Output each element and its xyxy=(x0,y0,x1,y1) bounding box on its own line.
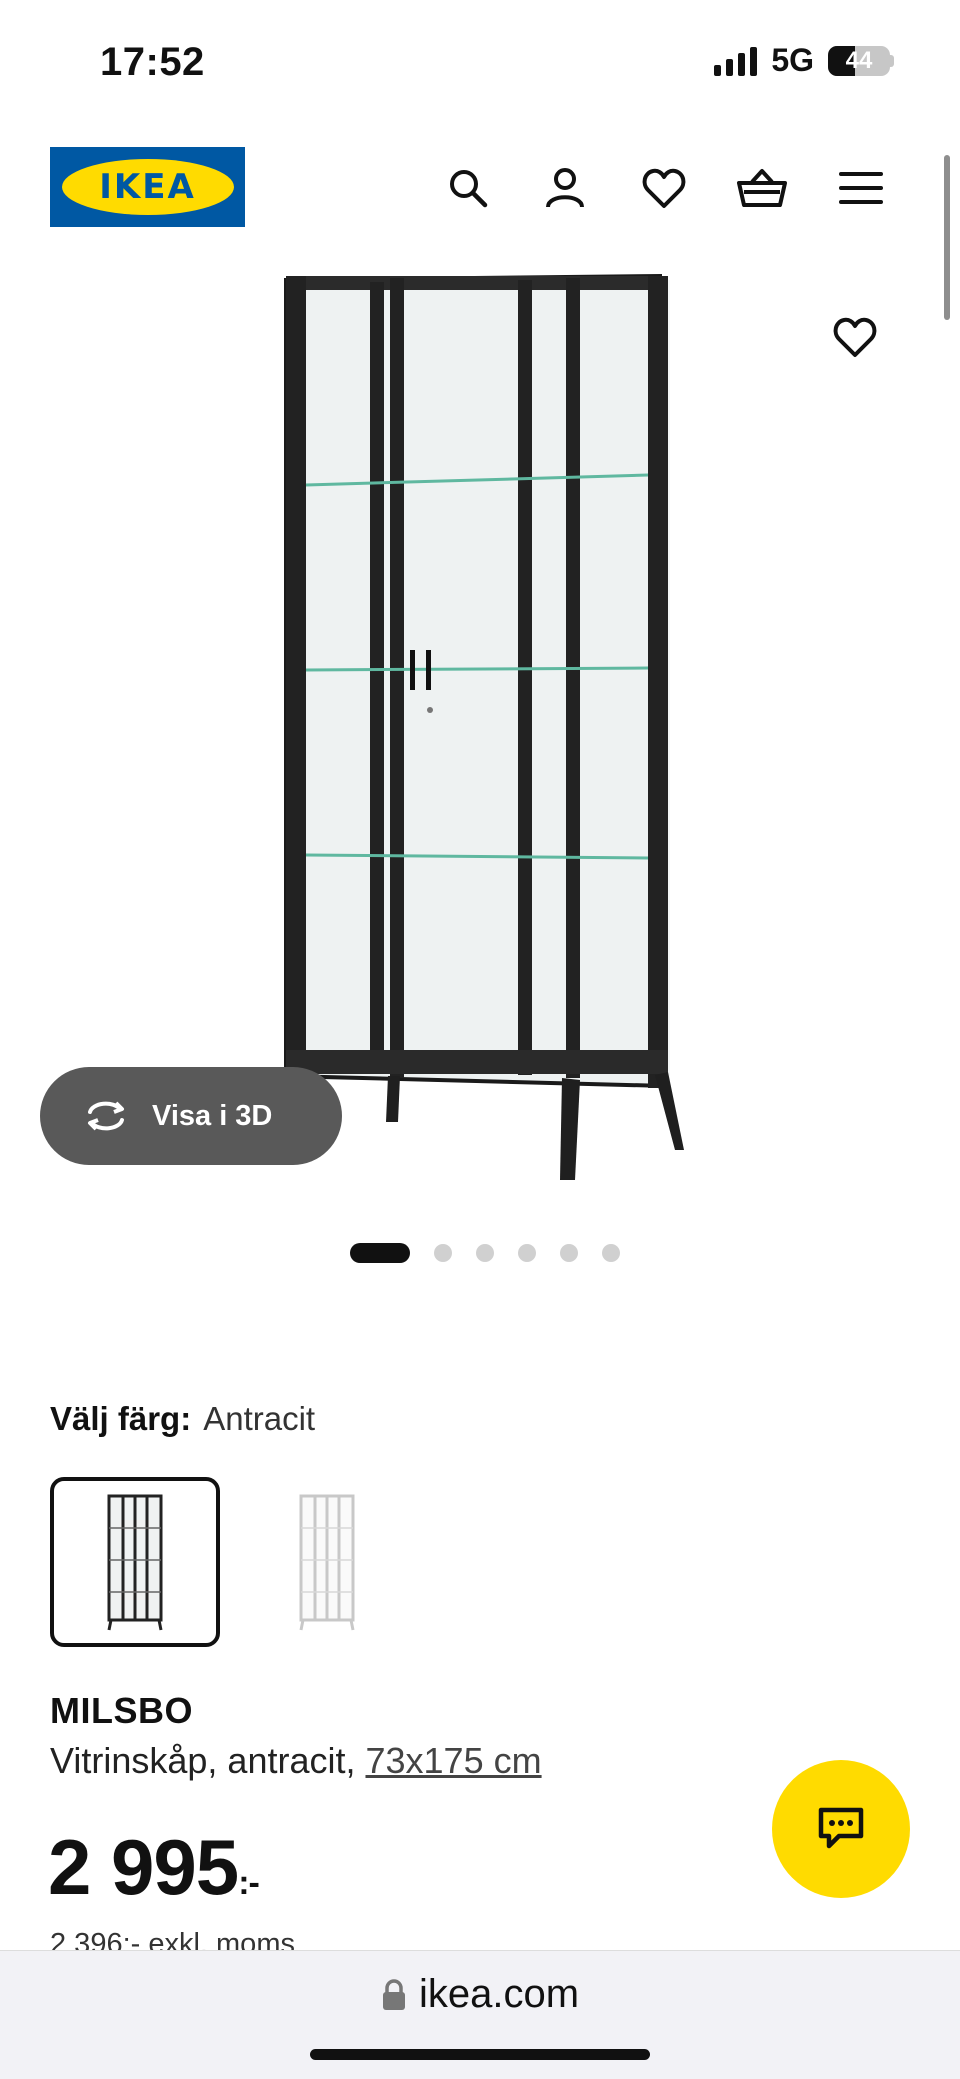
home-indicator[interactable] xyxy=(310,2049,650,2060)
product-price: 2 995:- xyxy=(48,1822,260,1913)
network-type: 5G xyxy=(771,42,814,78)
rotate-3d-icon xyxy=(88,1101,124,1131)
choose-color-label: Välj färg: xyxy=(50,1400,192,1437)
basket-icon[interactable] xyxy=(734,160,790,216)
url-text: ikea.com xyxy=(418,1972,580,2016)
account-icon[interactable] xyxy=(537,160,593,216)
gallery-pagination xyxy=(350,1243,620,1263)
search-icon[interactable] xyxy=(440,160,496,216)
logo-text: IKEA xyxy=(99,167,196,207)
chat-icon xyxy=(818,1807,864,1849)
battery-icon: 44 xyxy=(828,45,890,76)
pagination-dot[interactable] xyxy=(518,1244,536,1262)
pagination-dot[interactable] xyxy=(602,1244,620,1262)
scrollbar[interactable] xyxy=(944,155,950,320)
product-description: Vitrinskåp, antracit, 73x175 cm xyxy=(50,1740,542,1782)
pagination-dot[interactable] xyxy=(476,1244,494,1262)
pagination-dot[interactable] xyxy=(560,1244,578,1262)
price-amount: 2 995 xyxy=(48,1823,239,1911)
color-swatch-white[interactable] xyxy=(242,1477,412,1647)
battery-level: 44 xyxy=(845,46,873,74)
status-time: 17:52 xyxy=(100,40,205,84)
color-swatch-antracit[interactable] xyxy=(50,1477,220,1647)
signal-icon xyxy=(714,46,758,76)
product-description-text: Vitrinskåp, antracit, xyxy=(50,1740,366,1781)
product-size-link[interactable]: 73x175 cm xyxy=(365,1740,541,1781)
product-image[interactable] xyxy=(270,270,690,1200)
add-to-favorites-icon[interactable] xyxy=(832,315,888,371)
color-selector-label: Välj färg: Antracit xyxy=(50,1400,315,1438)
product-name: MILSBO xyxy=(50,1690,193,1731)
lock-icon xyxy=(382,1978,405,2010)
pagination-dot[interactable] xyxy=(350,1243,410,1263)
ikea-logo[interactable]: IKEA xyxy=(50,147,245,227)
view-in-3d-label: Visa i 3D xyxy=(152,1099,273,1132)
heart-icon[interactable] xyxy=(636,160,692,216)
pagination-dot[interactable] xyxy=(434,1244,452,1262)
view-in-3d-button[interactable]: Visa i 3D xyxy=(40,1067,342,1165)
url-field[interactable]: ikea.com xyxy=(0,1972,960,2017)
menu-icon[interactable] xyxy=(833,160,889,216)
selected-color-value: Antracit xyxy=(203,1400,316,1437)
price-suffix: :- xyxy=(238,1864,260,1902)
status-indicators: 5G 44 xyxy=(714,42,894,79)
chat-button[interactable] xyxy=(772,1760,910,1898)
